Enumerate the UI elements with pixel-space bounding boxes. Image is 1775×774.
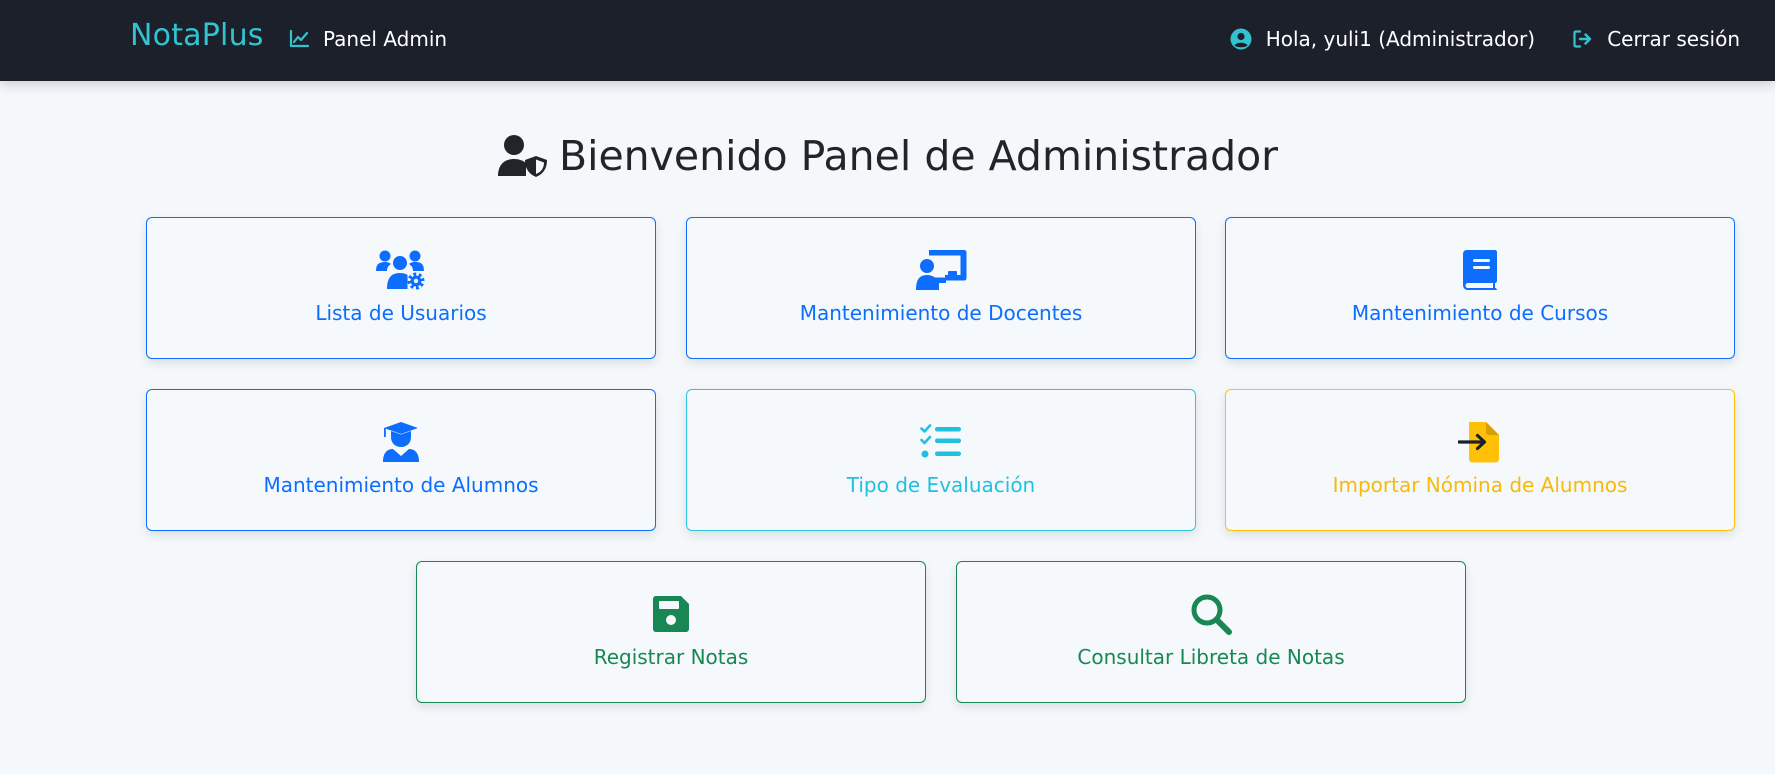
- card-lista-usuarios[interactable]: Lista de Usuarios: [146, 217, 656, 359]
- brand-logo[interactable]: NotaPlus: [130, 18, 264, 53]
- card-consultar-libreta[interactable]: Consultar Libreta de Notas: [956, 561, 1466, 703]
- card-importar-nomina[interactable]: Importar Nómina de Alumnos: [1225, 389, 1735, 531]
- chalkboard-teacher-icon: [916, 250, 967, 290]
- card-mantenimiento-docentes-label: Mantenimiento de Docentes: [799, 301, 1083, 325]
- card-consultar-libreta-label: Consultar Libreta de Notas: [1077, 645, 1345, 669]
- nav-panel-admin[interactable]: Panel Admin: [289, 24, 447, 54]
- card-mantenimiento-alumnos-label: Mantenimiento de Alumnos: [263, 473, 539, 497]
- user-circle-icon: [1230, 28, 1252, 50]
- card-registrar-notas-label: Registrar Notas: [593, 645, 749, 669]
- user-graduate-icon: [383, 422, 419, 462]
- card-mantenimiento-cursos[interactable]: Mantenimiento de Cursos: [1225, 217, 1735, 359]
- logout-label: Cerrar sesión: [1607, 27, 1740, 51]
- list-check-icon: [920, 424, 961, 458]
- card-tipo-evaluacion[interactable]: Tipo de Evaluación: [686, 389, 1196, 531]
- top-navbar: NotaPlus Panel Admin Hola, yuli1 (Admini…: [0, 0, 1775, 81]
- card-tipo-evaluacion-label: Tipo de Evaluación: [846, 473, 1036, 497]
- search-icon: [1191, 594, 1232, 635]
- nav-user-greeting[interactable]: Hola, yuli1 (Administrador): [1230, 24, 1535, 54]
- card-importar-nomina-label: Importar Nómina de Alumnos: [1332, 473, 1628, 497]
- card-mantenimiento-alumnos[interactable]: Mantenimiento de Alumnos: [146, 389, 656, 531]
- page-title-text: Bienvenido Panel de Administrador: [558, 132, 1279, 180]
- card-mantenimiento-docentes[interactable]: Mantenimiento de Docentes: [686, 217, 1196, 359]
- book-icon: [1463, 250, 1497, 290]
- file-import-icon: [1458, 422, 1499, 463]
- sign-out-icon: [1573, 30, 1592, 48]
- users-cog-icon: [376, 250, 425, 290]
- card-lista-usuarios-label: Lista de Usuarios: [315, 301, 487, 325]
- card-registrar-notas[interactable]: Registrar Notas: [416, 561, 926, 703]
- nav-panel-admin-label: Panel Admin: [323, 27, 448, 51]
- user-shield-icon: [497, 135, 547, 177]
- chart-line-icon: [289, 30, 309, 48]
- card-mantenimiento-cursos-label: Mantenimiento de Cursos: [1351, 301, 1609, 325]
- logout-link[interactable]: Cerrar sesión: [1573, 24, 1740, 54]
- page-title: Bienvenido Panel de Administrador: [0, 132, 1775, 180]
- nav-user-greeting-label: Hola, yuli1 (Administrador): [1265, 27, 1535, 51]
- floppy-disk-icon: [653, 596, 689, 632]
